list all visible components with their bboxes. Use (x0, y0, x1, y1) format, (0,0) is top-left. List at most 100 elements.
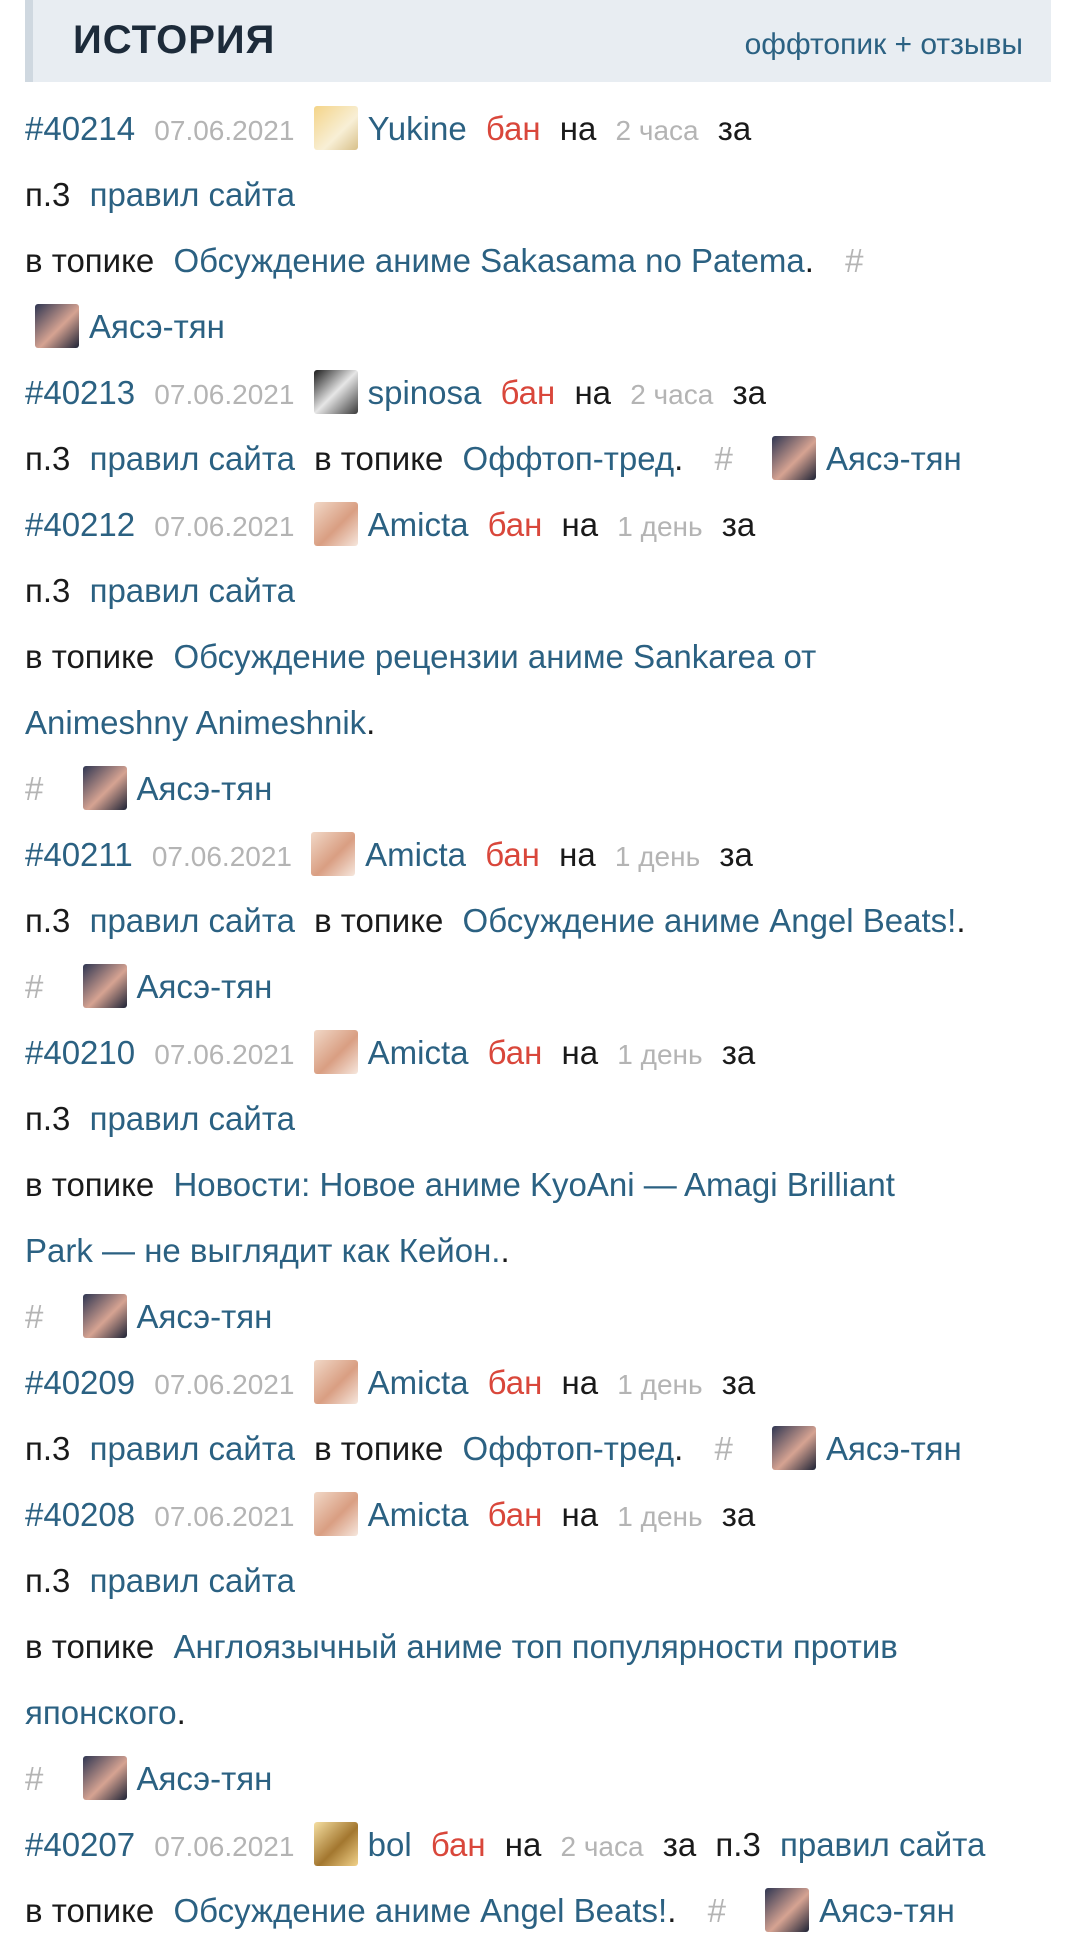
rule-number: п.3 (25, 176, 71, 213)
user-link[interactable]: Amicta (365, 836, 466, 873)
permalink-hash[interactable]: # (714, 440, 732, 477)
moderator-link[interactable]: Аясэ-тян (137, 1760, 273, 1797)
moderator-link[interactable]: Аясэ-тян (137, 770, 273, 807)
rules-link[interactable]: правил сайта (90, 176, 295, 213)
avatar-ayase-icon[interactable] (82, 964, 127, 1009)
entry-date: 07.06.2021 (151, 841, 292, 872)
topic-link-cont[interactable]: Animeshny Animeshnik (25, 704, 366, 741)
avatar-spinosa-icon[interactable] (313, 370, 358, 415)
topic-link[interactable]: Новости: Новое аниме KyoAni — Amagi Bril… (173, 1166, 895, 1203)
rules-link[interactable]: правил сайта (90, 1562, 295, 1599)
avatar-bol-icon[interactable] (313, 1822, 358, 1867)
list-item-line: Animeshny Animeshnik. (25, 690, 1055, 756)
tab-offtopic-reviews[interactable]: оффтопик + отзывы (745, 28, 1023, 62)
user-link[interactable]: Amicta (368, 1496, 469, 1533)
avatar-ayase-icon[interactable] (765, 1888, 810, 1933)
ban-duration: 1 день (614, 841, 701, 872)
permalink-hash[interactable]: # (25, 1298, 43, 1335)
rules-link[interactable]: правил сайта (780, 1826, 985, 1863)
moderator-link[interactable]: Аясэ-тян (826, 440, 962, 477)
topic-link[interactable]: Оффтоп-тред (463, 440, 675, 477)
moderator-link[interactable]: Аясэ-тян (826, 1430, 962, 1467)
list-item-line: в топике Обсуждение рецензии аниме Sanka… (25, 624, 1055, 690)
permalink-hash[interactable]: # (25, 770, 43, 807)
avatar-amicta-icon[interactable] (311, 832, 356, 877)
user-link[interactable]: Yukine (368, 110, 467, 147)
topic-link-cont[interactable]: Park — не выглядит как Кейон. (25, 1232, 500, 1269)
topic-link[interactable]: Обсуждение аниме Sakasama no Patema (173, 242, 804, 279)
list-item-line: п.3 правил сайта в топике Оффтоп-тред. #… (25, 426, 1055, 492)
list-item: #40209 07.06.2021 Amicta бан на 1 день з… (25, 1350, 1055, 1416)
in-topic-label: в топике (314, 440, 444, 477)
list-item: #40207 07.06.2021 bol бан на 2 часа за п… (25, 1812, 1055, 1878)
entry-id-link[interactable]: #40209 (25, 1364, 135, 1401)
in-topic-label: в топике (25, 638, 155, 675)
topic-link[interactable]: Англоязычный аниме топ популярности прот… (173, 1628, 897, 1665)
avatar-ayase-icon[interactable] (82, 766, 127, 811)
list-item: #40214 07.06.2021 Yukine бан на 2 часа з… (25, 96, 1055, 162)
list-item-line: в топике Новости: Новое аниме KyoAni — A… (25, 1152, 1055, 1218)
permalink-hash[interactable]: # (845, 242, 863, 279)
avatar-ayase-icon[interactable] (771, 436, 816, 481)
moderator-link[interactable]: Аясэ-тян (137, 968, 273, 1005)
avatar-ayase-icon[interactable] (82, 1756, 127, 1801)
avatar-ayase-icon[interactable] (82, 1294, 127, 1339)
moderator-link[interactable]: Аясэ-тян (137, 1298, 273, 1335)
rules-link[interactable]: правил сайта (90, 572, 295, 609)
entry-id-link[interactable]: #40212 (25, 506, 135, 543)
list-item-line: Аясэ-тян (25, 294, 1055, 360)
rules-link[interactable]: правил сайта (90, 1100, 295, 1137)
for-word: за (662, 1826, 697, 1863)
avatar-ayase-icon[interactable] (771, 1426, 816, 1471)
user-link[interactable]: Amicta (368, 1364, 469, 1401)
list-item: #40211 07.06.2021 Amicta бан на 1 день з… (25, 822, 1055, 888)
avatar-amicta-icon[interactable] (313, 1492, 358, 1537)
avatar-ayase-icon[interactable] (35, 304, 79, 349)
user-link[interactable]: Amicta (368, 1034, 469, 1071)
permalink-hash[interactable]: # (714, 1430, 732, 1467)
topic-link[interactable]: Обсуждение рецензии аниме Sankarea от (173, 638, 816, 675)
topic-link[interactable]: Оффтоп-тред (463, 1430, 675, 1467)
list-item-line: японского. (25, 1680, 1055, 1746)
list-item-line: п.3 правил сайта в топике Оффтоп-тред. #… (25, 1416, 1055, 1482)
entry-id-link[interactable]: #40211 (25, 836, 133, 873)
avatar-amicta-icon[interactable] (313, 502, 358, 547)
list-item-line: в топике Обсуждение аниме Angel Beats!. … (25, 1878, 1055, 1944)
entry-date: 07.06.2021 (154, 1501, 295, 1532)
avatar-amicta-icon[interactable] (313, 1360, 358, 1405)
on-word: на (559, 110, 597, 147)
entry-id-link[interactable]: #40210 (25, 1034, 135, 1071)
entry-id-link[interactable]: #40207 (25, 1826, 135, 1863)
user-link[interactable]: spinosa (368, 374, 482, 411)
entry-id-link[interactable]: #40214 (25, 110, 135, 147)
rule-number: п.3 (25, 1562, 71, 1599)
in-topic-label: в топике (25, 1628, 155, 1665)
list-item-line: п.3 правил сайта (25, 1548, 1055, 1614)
entry-id-link[interactable]: #40208 (25, 1496, 135, 1533)
permalink-hash[interactable]: # (25, 968, 43, 1005)
in-topic-label: в топике (314, 902, 444, 939)
permalink-hash[interactable]: # (25, 1760, 43, 1797)
on-word: на (574, 374, 612, 411)
for-word: за (721, 1364, 756, 1401)
rules-link[interactable]: правил сайта (90, 1430, 295, 1467)
ban-history-list: #40214 07.06.2021 Yukine бан на 2 часа з… (25, 96, 1055, 1944)
moderator-link[interactable]: Аясэ-тян (89, 308, 225, 345)
list-item: #40210 07.06.2021 Amicta бан на 1 день з… (25, 1020, 1055, 1086)
ban-duration: 2 часа (615, 115, 699, 146)
topic-link[interactable]: Обсуждение аниме Angel Beats! (463, 902, 957, 939)
rules-link[interactable]: правил сайта (90, 902, 295, 939)
for-word: за (721, 1496, 756, 1533)
user-link[interactable]: bol (368, 1826, 412, 1863)
avatar-yukine-icon[interactable] (313, 106, 358, 151)
rule-number: п.3 (25, 902, 71, 939)
ban-label: бан (487, 1034, 543, 1071)
for-word: за (721, 506, 756, 543)
avatar-amicta-icon[interactable] (313, 1030, 358, 1075)
list-item-line: Park — не выглядит как Кейон.. (25, 1218, 1055, 1284)
list-item-line: # Аясэ-тян (25, 1284, 1055, 1350)
rules-link[interactable]: правил сайта (90, 440, 295, 477)
topic-link-cont[interactable]: японского (25, 1694, 177, 1731)
entry-id-link[interactable]: #40213 (25, 374, 135, 411)
user-link[interactable]: Amicta (368, 506, 469, 543)
